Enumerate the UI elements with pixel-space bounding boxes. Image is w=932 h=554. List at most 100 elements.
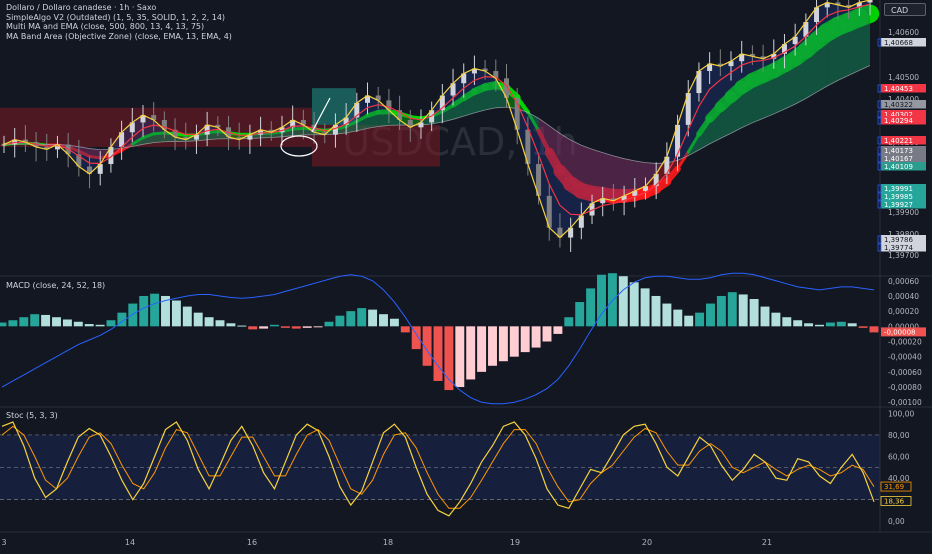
macd-histogram-bar [259,326,268,328]
macd-tick-label: -0,00040 [888,353,922,362]
macd-histogram-bar [183,307,192,327]
price-tick-label: 1,40500 [888,73,919,82]
macd-tick-label: 0,00040 [888,292,919,301]
time-tick-label: 14 [125,538,135,547]
time-tick-label: 19 [510,538,520,547]
macd-histogram-bar [510,326,519,356]
macd-histogram-bar [401,326,410,332]
time-tick-label: 21 [762,538,772,547]
price-label: 1,40322 [884,101,913,109]
macd-histogram-bar [477,326,486,372]
ma-band-core [410,117,421,118]
macd-histogram-bar [434,326,443,381]
macd-histogram-bar [739,294,748,326]
price-label: 1,39927 [884,201,913,209]
macd-histogram-bar [532,326,541,347]
time-tick-label: 16 [247,538,257,547]
price-label: 1,40109 [884,163,913,171]
stoch-tick-label: 60,00 [888,453,910,462]
macd-histogram-bar [575,302,584,326]
macd-histogram-bar [695,313,704,327]
main-legend: Dollaro / Dollaro canadese · 1h · Saxo S… [6,3,232,41]
macd-histogram-bar [848,323,857,326]
time-tick-label: 20 [642,538,652,547]
stoch-tick-label: 0,00 [888,517,905,526]
indicator-ma-band[interactable]: MA Band Area (Objective Zone) (close, EM… [6,32,232,42]
macd-title[interactable]: MACD (close, 24, 52, 18) [6,281,105,290]
stoch-k-last-label: 18,36 [884,497,905,505]
macd-histogram-bar [194,313,203,327]
macd-histogram-bar [870,326,879,332]
macd-tick-label: 0,00060 [888,277,919,286]
price-label: 1,39991 [884,185,913,193]
macd-histogram-bar [107,320,116,326]
stoch-title[interactable]: Stoc (5, 3, 3) [6,411,58,420]
macd-histogram-bar [74,322,83,327]
macd-histogram-bar [205,317,214,326]
macd-histogram-bar [303,326,312,328]
macd-histogram-bar [728,292,737,326]
macd-histogram-bar [237,326,246,327]
macd-histogram-bar [248,326,257,329]
price-tick-label: 1,39700 [888,251,919,260]
macd-histogram-bar [466,326,475,379]
macd-histogram-bar [128,304,137,327]
macd-histogram-bar [717,296,726,326]
macd-histogram-bar [346,311,355,326]
stoch-d-last-label: 31,69 [884,483,904,491]
macd-histogram-bar [335,316,344,327]
macd-histogram-bar [41,315,50,326]
macd-histogram-bar [815,325,824,327]
price-label: 1,40173 [884,147,913,155]
macd-histogram-bar [172,301,181,327]
macd-tick-label: 0,00020 [888,307,919,316]
macd-histogram-bar [444,326,453,390]
indicator-multi-ma[interactable]: Multi MA and EMA (close, 500, 800, 13, 4… [6,22,232,32]
stoch-tick-label: 100,00 [888,409,914,418]
price-label: 1,39786 [884,236,913,244]
macd-histogram-bar [8,320,17,326]
macd-histogram-bar [761,307,770,327]
indicator-simplealgo[interactable]: SimpleAlgo V2 (Outdated) (1, 5, 35, SOLI… [6,13,232,23]
price-label: 1,40453 [884,85,913,93]
time-tick-label: 18 [383,538,393,547]
price-label: 1,40668 [884,39,913,47]
chart-canvas[interactable]: USDCAD, 1h 1,406001,405001,404001,402001… [0,0,932,550]
macd-histogram-bar [837,322,846,327]
macd-histogram-bar [608,273,617,326]
macd-histogram-bar [390,319,399,327]
macd-histogram-bar [499,326,508,361]
price-label: 1,39985 [884,193,913,201]
price-label: 1,40294 [884,117,913,125]
macd-histogram-bar [684,316,693,327]
macd-histogram-bar [641,288,650,326]
price-tick-label: 1,40600 [888,28,919,37]
macd-histogram-bar [662,304,671,327]
macd-histogram-bar [63,319,72,326]
stoch-band [0,435,880,500]
macd-histogram-bar [226,323,235,326]
trading-chart: USDCAD, 1h 1,406001,405001,404001,402001… [0,0,932,550]
macd-histogram-bar [793,320,802,326]
macd-histogram-bar [553,326,562,334]
currency-selector[interactable]: CAD [884,3,926,16]
macd-histogram-bar [325,322,334,327]
macd-histogram-bar [859,326,868,328]
symbol-title[interactable]: Dollaro / Dollaro canadese · 1h · Saxo [6,3,232,13]
macd-histogram-bar [782,317,791,326]
macd-last-label: -0,00008 [884,328,915,336]
macd-histogram-bar [652,296,661,326]
macd-histogram-bar [673,310,682,327]
macd-tick-label: -0,00020 [888,338,922,347]
macd-tick-label: -0,00080 [888,383,922,392]
macd-histogram-bar [543,326,552,341]
macd-tick-label: -0,00060 [888,368,922,377]
price-label: 1,40221 [884,137,913,145]
macd-histogram-bar [52,317,61,326]
macd-histogram-bar [85,324,94,326]
macd-histogram-bar [771,313,780,327]
macd-histogram-bar [150,294,159,327]
macd-histogram-bar [455,326,464,387]
macd-histogram-bar [357,308,366,326]
macd-histogram-bar [750,299,759,326]
